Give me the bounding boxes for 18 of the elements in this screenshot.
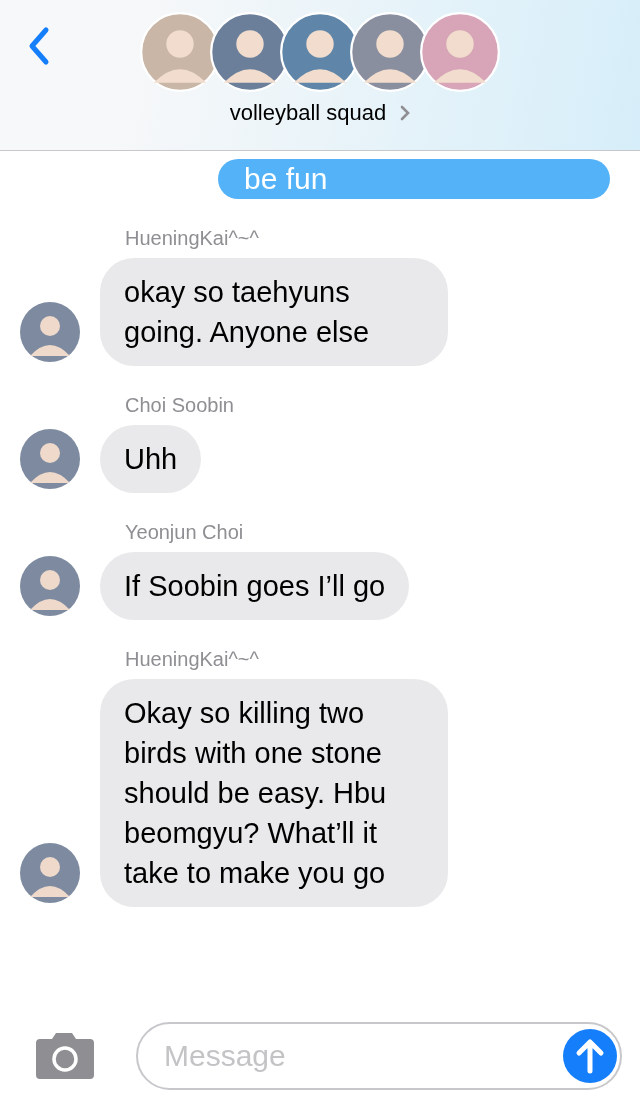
sender-name: Yeonjun Choi xyxy=(125,521,245,544)
sender-name: Choi Soobin xyxy=(125,394,235,417)
message-bubble: be fun xyxy=(218,159,610,199)
avatar-icon[interactable] xyxy=(20,556,80,616)
group-avatar-drawing[interactable] xyxy=(140,12,500,92)
message-field[interactable]: Message xyxy=(136,1022,622,1090)
chevron-icon[interactable] xyxy=(400,105,411,121)
avatar-icon[interactable] xyxy=(20,843,80,903)
message-bubble: Okay so killing two birds with one stone should be easy. Hbu beomgyu? What’ll it take to make you go xyxy=(100,679,448,907)
message-bubble: If Soobin goes I’ll go xyxy=(100,552,410,620)
group-title[interactable]: volleyball squad xyxy=(229,100,387,126)
message-bubble: Uhh xyxy=(100,425,202,493)
message-bubble: okay so taehyuns going. Anyone else xyxy=(100,258,448,366)
avatar-icon[interactable] xyxy=(20,302,80,362)
avatar-icon[interactable] xyxy=(20,429,80,489)
sender-name: HueningKai^~^ xyxy=(125,648,260,671)
send-icon[interactable] xyxy=(563,1029,617,1083)
sender-name: HueningKai^~^ xyxy=(125,227,260,250)
